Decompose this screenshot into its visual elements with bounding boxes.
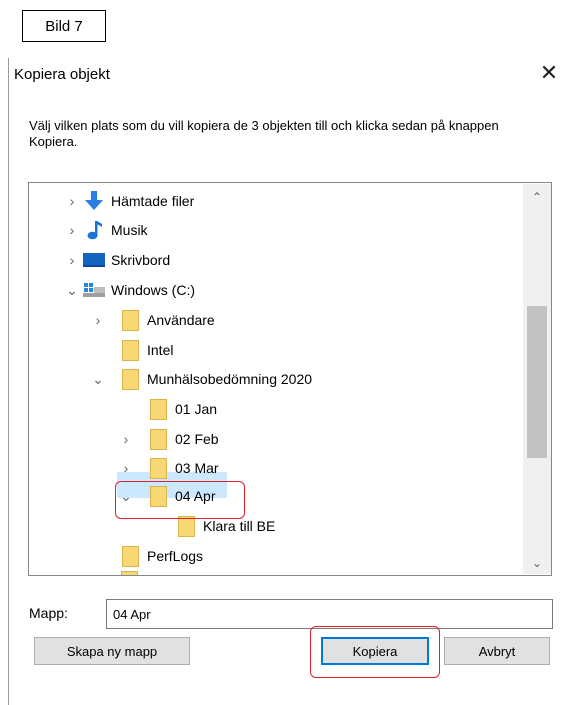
close-icon: ✕ xyxy=(539,60,559,85)
scroll-thumb[interactable] xyxy=(527,306,547,458)
drive-icon xyxy=(83,279,105,301)
chevron-right-icon[interactable]: › xyxy=(65,193,79,209)
tree-item-label: Skrivbord xyxy=(111,252,171,268)
chevron-down-icon: ⌄ xyxy=(531,556,543,570)
chevron-right-icon[interactable]: › xyxy=(119,431,133,447)
chevron-right-icon[interactable]: › xyxy=(65,252,79,268)
chevron-placeholder xyxy=(147,519,161,533)
chevron-placeholder xyxy=(91,343,105,357)
folder-icon xyxy=(119,368,141,390)
close-button[interactable]: ✕ xyxy=(538,60,560,86)
tree-item-munhalsobedomning[interactable]: ⌄ Munhälsobedömning 2020 xyxy=(91,364,312,394)
dialog-title: Kopiera objekt xyxy=(14,66,110,83)
folder-field-label: Mapp: xyxy=(29,605,68,621)
tree-item-downloads[interactable]: › Hämtade filer xyxy=(65,186,194,216)
tree-item-label: PerfLogs xyxy=(147,548,204,564)
chevron-right-icon[interactable]: › xyxy=(65,222,79,238)
tree-item-perflogs[interactable]: PerfLogs xyxy=(91,541,203,571)
folder-tree[interactable]: › Hämtade filer › Musik › Skrivbord ⌄ Wi… xyxy=(28,182,552,576)
tree-item-label: Munhälsobedömning 2020 xyxy=(147,371,313,387)
tree-item-label: 01 Jan xyxy=(175,401,218,417)
tree-item-label: 02 Feb xyxy=(175,431,219,447)
chevron-down-icon[interactable]: ⌄ xyxy=(65,282,79,298)
partial-folder-icon xyxy=(121,571,138,575)
tree-item-label: Intel xyxy=(147,342,174,358)
caption-label: Bild 7 xyxy=(22,10,106,42)
folder-input[interactable] xyxy=(106,599,553,629)
chevron-placeholder xyxy=(119,402,133,416)
folder-icon xyxy=(119,339,141,361)
instruction-text: Välj vilken plats som du vill kopiera de… xyxy=(29,118,499,149)
cancel-button-label: Avbryt xyxy=(478,643,516,659)
folder-icon xyxy=(119,545,141,567)
folder-icon xyxy=(147,398,169,420)
tree-item-label: Musik xyxy=(111,222,148,238)
tree-item-label: Användare xyxy=(147,312,215,328)
dialog-left-edge xyxy=(8,58,9,705)
cancel-button[interactable]: Avbryt xyxy=(444,637,550,665)
tree-item-intel[interactable]: Intel xyxy=(91,335,173,365)
chevron-right-icon[interactable]: › xyxy=(91,312,105,328)
chevron-down-icon[interactable]: ⌄ xyxy=(91,371,105,387)
tree-item-label: 03 Mar xyxy=(175,460,219,476)
chevron-right-icon[interactable]: › xyxy=(119,460,133,476)
tree-item-label: Windows (C:) xyxy=(111,282,196,298)
tree-item-03-mar[interactable]: › 03 Mar xyxy=(119,453,219,483)
download-arrow-icon xyxy=(83,190,105,212)
folder-icon xyxy=(147,428,169,450)
copy-button[interactable]: Kopiera xyxy=(321,637,429,665)
scroll-up-button[interactable]: ⌃ xyxy=(523,188,551,206)
new-folder-button[interactable]: Skapa ny mapp xyxy=(34,637,190,665)
tree-item-desktop[interactable]: › Skrivbord xyxy=(65,245,170,275)
folder-icon xyxy=(147,457,169,479)
chevron-placeholder xyxy=(91,549,105,563)
tree-scrollbar[interactable]: ⌃ ⌄ xyxy=(523,184,551,574)
tree-item-users[interactable]: › Användare xyxy=(91,305,215,335)
tree-item-music[interactable]: › Musik xyxy=(65,215,148,245)
folder-icon xyxy=(119,309,141,331)
music-note-icon xyxy=(83,219,105,241)
chevron-up-icon: ⌃ xyxy=(531,190,543,204)
copy-button-label: Kopiera xyxy=(352,643,398,659)
tree-item-02-feb[interactable]: › 02 Feb xyxy=(119,424,219,454)
tree-item-01-jan[interactable]: 01 Jan xyxy=(119,394,217,424)
tree-item-windows-drive[interactable]: ⌄ Windows (C:) xyxy=(65,275,195,305)
tree-item-label: Klara till BE xyxy=(203,518,276,534)
tree-item-label: Hämtade filer xyxy=(111,193,195,209)
new-folder-button-label: Skapa ny mapp xyxy=(66,643,158,659)
caption-text: Bild 7 xyxy=(45,17,83,35)
desktop-icon xyxy=(83,249,105,271)
selected-item-callout xyxy=(115,481,245,519)
scroll-down-button[interactable]: ⌄ xyxy=(523,554,551,572)
